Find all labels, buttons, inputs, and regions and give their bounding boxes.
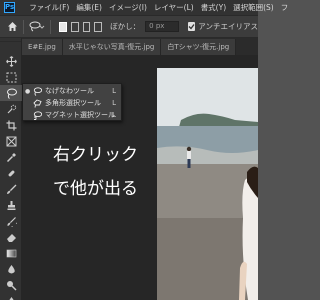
photoshop-logo[interactable]: Ps xyxy=(4,2,16,13)
subtract-selection-mode-button[interactable] xyxy=(82,21,91,32)
divider xyxy=(49,19,51,34)
options-bar: ぼかし： 0 px アンチエイリアス xyxy=(0,15,258,38)
flyout-item-polygonal-lasso[interactable]: 多角形選択ツール L xyxy=(23,97,121,109)
lasso-icon xyxy=(32,86,42,96)
lasso-icon xyxy=(6,88,17,99)
brush-icon xyxy=(6,184,16,194)
gradient-tool[interactable] xyxy=(0,245,22,261)
flyout-item-shortcut: L xyxy=(112,111,116,119)
feather-label: ぼかし： xyxy=(110,22,141,31)
pen-tool[interactable] xyxy=(0,293,22,300)
toolbar-grip[interactable] xyxy=(0,38,21,42)
feather-input[interactable]: 0 px xyxy=(145,21,180,32)
flyout-item-label: なげなわツール xyxy=(45,87,94,95)
quick-select-icon xyxy=(7,104,16,113)
clone-stamp-icon xyxy=(7,200,15,210)
polygonal-lasso-icon xyxy=(32,98,42,108)
tools-panel xyxy=(0,38,22,300)
healing-brush-tool[interactable] xyxy=(0,165,22,181)
menu-type[interactable]: 書式(Y) xyxy=(201,2,226,13)
marquee-icon xyxy=(6,72,16,82)
add-selection-mode-button[interactable] xyxy=(71,21,79,32)
dodge-tool[interactable] xyxy=(0,277,22,293)
eraser-tool[interactable] xyxy=(0,229,22,245)
menu-layer[interactable]: レイヤー(L) xyxy=(154,2,194,13)
blur-tool[interactable] xyxy=(0,261,22,277)
move-icon xyxy=(5,55,17,67)
antialias-label: アンチエイリアス xyxy=(198,22,258,31)
beach-photo[interactable] xyxy=(157,68,258,300)
lasso-tool[interactable] xyxy=(0,85,22,101)
pen-icon xyxy=(8,296,14,300)
brush-tool[interactable] xyxy=(0,181,22,197)
gradient-icon xyxy=(6,249,16,257)
document-tabs: E#E.jpg 水平じゃない写真-復元.jpg 白Tシャツ-復元.jpg xyxy=(22,38,258,55)
document-tab[interactable]: 水平じゃない写真-復元.jpg xyxy=(62,39,162,55)
antialias-checkbox[interactable] xyxy=(188,22,196,31)
eyedropper-icon xyxy=(6,152,16,162)
menu-edit[interactable]: 編集(E) xyxy=(76,2,102,13)
menu-image[interactable]: イメージ(I) xyxy=(109,2,147,13)
clone-stamp-tool[interactable] xyxy=(0,197,22,213)
lasso-preset-icon xyxy=(29,21,45,32)
quick-select-tool[interactable] xyxy=(0,101,22,117)
flyout-item-lasso[interactable]: ● なげなわツール L xyxy=(23,85,121,97)
dodge-icon xyxy=(6,280,17,291)
annotation-right-click: 右クリック xyxy=(53,145,138,165)
lasso-tool-flyout: ● なげなわツール L 多角形選択ツール L マグネット選択ツール L xyxy=(22,83,122,121)
move-tool[interactable] xyxy=(0,53,22,69)
crop-icon xyxy=(6,120,16,130)
intersect-selection-mode-button[interactable] xyxy=(94,21,103,32)
healing-brush-icon xyxy=(8,170,14,176)
menu-bar: Ps ファイル(F) 編集(E) イメージ(I) レイヤー(L) 書式(Y) 選… xyxy=(0,0,288,15)
divider xyxy=(23,19,24,34)
marquee-tool[interactable] xyxy=(0,69,22,85)
tool-preset-picker[interactable] xyxy=(29,21,45,32)
flyout-item-shortcut: L xyxy=(112,99,116,107)
frame-icon xyxy=(6,136,16,146)
flyout-item-label: マグネット選択ツール xyxy=(45,111,115,119)
checkmark-icon xyxy=(188,24,195,30)
history-brush-icon xyxy=(6,216,17,227)
blur-icon xyxy=(7,264,15,273)
document-tab[interactable]: E#E.jpg xyxy=(22,39,63,55)
document-tab[interactable]: 白Tシャツ-復元.jpg xyxy=(161,39,237,55)
flyout-item-shortcut: L xyxy=(112,87,116,95)
selected-bullet: ● xyxy=(25,87,31,95)
menu-file[interactable]: ファイル(F) xyxy=(29,2,69,13)
annotation-shows-others: で他が出る xyxy=(53,179,138,199)
new-selection-mode-button[interactable] xyxy=(59,21,68,32)
frame-tool[interactable] xyxy=(0,133,22,149)
magnetic-lasso-icon xyxy=(32,110,42,120)
flyout-item-label: 多角形選択ツール xyxy=(45,99,101,107)
eraser-icon xyxy=(6,233,16,242)
crop-tool[interactable] xyxy=(0,117,22,133)
menu-filter[interactable]: フ xyxy=(281,2,289,13)
menu-select[interactable]: 選択範囲(S) xyxy=(233,2,274,13)
home-icon[interactable] xyxy=(7,20,18,34)
eyedropper-tool[interactable] xyxy=(0,149,22,165)
history-brush-tool[interactable] xyxy=(0,213,22,229)
flyout-item-magnetic-lasso[interactable]: マグネット選択ツール L xyxy=(23,109,121,121)
